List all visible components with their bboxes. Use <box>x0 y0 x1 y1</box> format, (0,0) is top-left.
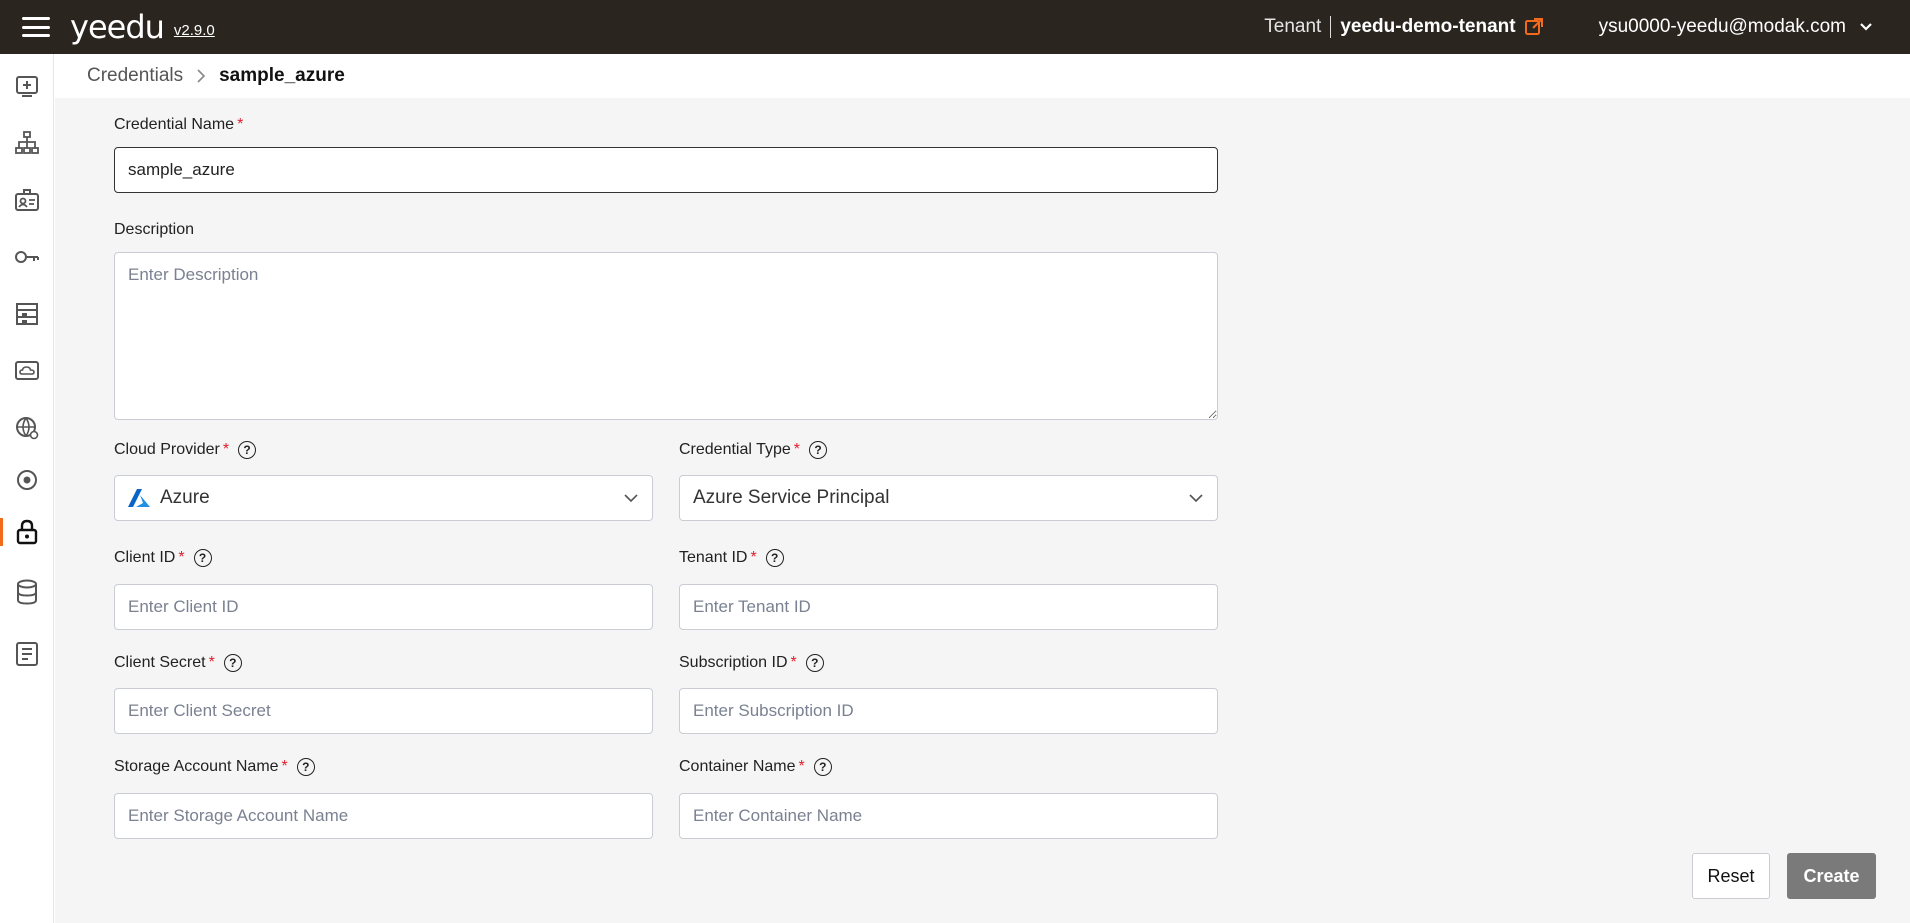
tenant-id-input[interactable] <box>679 584 1218 630</box>
credential-type-label: Credential Type * ? <box>679 441 828 459</box>
credential-name-input[interactable] <box>114 147 1218 193</box>
subscription-id-input[interactable] <box>679 688 1218 734</box>
sidebar-item-database[interactable] <box>0 572 54 612</box>
chevron-down-icon[interactable] <box>1858 19 1874 35</box>
sidebar-item-id-card[interactable] <box>0 180 54 220</box>
client-secret-input[interactable] <box>114 688 653 734</box>
description-label: Description <box>114 221 195 238</box>
subscription-id-label: Subscription ID * ? <box>679 654 824 672</box>
sidebar <box>0 54 54 923</box>
tenant-name: yeedu-demo-tenant <box>1340 16 1516 37</box>
user-menu[interactable]: ysu0000-yeedu@modak.com <box>1599 16 1846 38</box>
key-icon <box>15 251 39 263</box>
external-link-icon[interactable] <box>1524 17 1544 37</box>
cloud-provider-select[interactable]: Azure <box>114 475 653 521</box>
sidebar-item-network[interactable] <box>0 408 54 448</box>
database-icon <box>17 579 37 605</box>
app-version-link[interactable]: v2.9.0 <box>174 22 215 39</box>
globe-network-icon <box>16 417 39 440</box>
cloud-provider-help-icon[interactable]: ? <box>238 441 257 459</box>
client-secret-label: Client Secret * ? <box>114 654 242 672</box>
client-secret-help-icon[interactable]: ? <box>223 654 242 672</box>
description-textarea[interactable] <box>114 252 1218 420</box>
client-id-input[interactable] <box>114 584 653 630</box>
chevron-right-icon <box>197 69 206 83</box>
building-icon <box>16 303 38 325</box>
sidebar-item-hierarchy[interactable] <box>0 123 54 163</box>
sidebar-item-keys[interactable] <box>0 237 54 277</box>
credential-name-label: Credential Name * <box>114 116 244 133</box>
container-name-input[interactable] <box>679 793 1218 839</box>
id-card-icon <box>15 189 39 211</box>
reset-button[interactable]: Reset <box>1692 853 1770 899</box>
client-id-label: Client ID * ? <box>114 549 212 567</box>
chevron-down-icon <box>624 494 638 503</box>
app-logo[interactable]: yeedu <box>70 11 165 43</box>
cloud-provider-label: Cloud Provider * ? <box>114 441 257 459</box>
azure-logo-icon <box>128 489 150 507</box>
breadcrumb: Credentials sample_azure <box>70 54 1910 98</box>
top-bar: yeedu v2.9.0 Tenant yeedu-demo-tenant ys… <box>0 0 1910 54</box>
credential-form: Credential Name* Description Cloud Provi… <box>55 98 1910 923</box>
storage-account-name-label: Storage Account Name * ? <box>114 758 315 776</box>
sidebar-item-building[interactable] <box>0 294 54 334</box>
add-workspace-icon <box>16 76 38 97</box>
storage-account-name-input[interactable] <box>114 793 653 839</box>
breadcrumb-current: sample_azure <box>219 65 345 86</box>
credential-type-select[interactable]: Azure Service Principal <box>679 475 1218 521</box>
tenant-id-label: Tenant ID * ? <box>679 549 784 567</box>
tenant-label: Tenant <box>1264 16 1322 37</box>
chevron-down-icon <box>1189 494 1203 503</box>
tenant-id-help-icon[interactable]: ? <box>765 549 784 567</box>
sidebar-item-credentials[interactable] <box>0 512 54 552</box>
cloud-monitor-icon <box>15 361 39 380</box>
target-icon <box>17 470 37 490</box>
hierarchy-icon <box>15 131 39 154</box>
sidebar-item-workspaces[interactable] <box>0 66 54 106</box>
tenant-divider <box>1330 16 1332 38</box>
client-id-help-icon[interactable]: ? <box>193 549 212 567</box>
sidebar-item-target[interactable] <box>0 460 54 500</box>
breadcrumb-credentials-link[interactable]: Credentials <box>87 65 183 87</box>
cloud-provider-value: Azure <box>160 487 210 508</box>
credential-type-value: Azure Service Principal <box>693 487 890 508</box>
storage-account-name-help-icon[interactable]: ? <box>296 758 315 776</box>
create-button[interactable]: Create <box>1787 853 1876 899</box>
container-name-label: Container Name * ? <box>679 758 832 776</box>
subscription-id-help-icon[interactable]: ? <box>805 654 824 672</box>
hamburger-menu-icon[interactable] <box>22 17 50 37</box>
container-name-help-icon[interactable]: ? <box>813 758 832 776</box>
sidebar-item-notebook[interactable] <box>0 634 54 674</box>
notebook-icon <box>16 642 38 666</box>
credential-type-help-icon[interactable]: ? <box>809 441 828 459</box>
sidebar-item-cloud[interactable] <box>0 351 54 391</box>
lock-icon <box>16 519 38 545</box>
